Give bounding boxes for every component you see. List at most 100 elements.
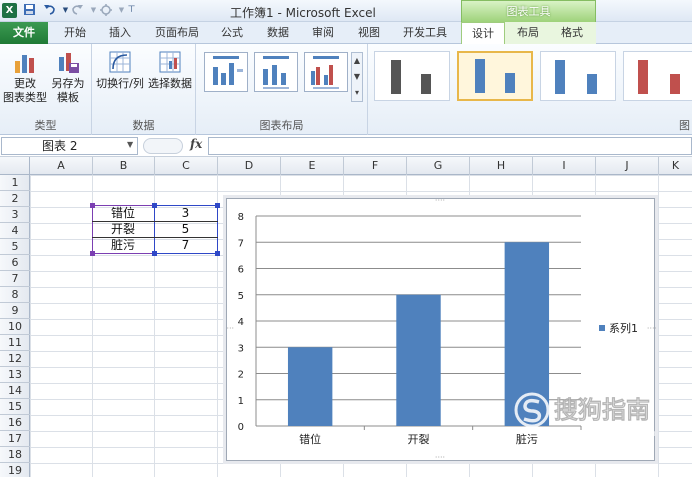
table-cell-value[interactable]: 5 bbox=[154, 221, 217, 237]
column-header-i[interactable]: I bbox=[533, 157, 596, 175]
data-group: 切换行/列 选择数据 数据 bbox=[92, 44, 196, 135]
style-1-icon bbox=[391, 60, 431, 94]
customize-dropdown-icon[interactable]: ⊤ bbox=[124, 3, 139, 18]
save-as-template-button[interactable]: 另存为 模板 bbox=[47, 49, 89, 105]
row-header-2[interactable]: 2 bbox=[0, 191, 30, 207]
name-box[interactable]: 图表 2 bbox=[1, 137, 138, 155]
column-header-h[interactable]: H bbox=[470, 157, 533, 175]
row-header-19[interactable]: 19 bbox=[0, 463, 30, 477]
row-header-4[interactable]: 4 bbox=[0, 223, 30, 239]
chart-style-4[interactable] bbox=[623, 51, 692, 101]
row-header-15[interactable]: 15 bbox=[0, 399, 30, 415]
select-data-label: 选择数据 bbox=[148, 77, 192, 90]
row-header-3[interactable]: 3 bbox=[0, 207, 30, 223]
chart-layout-1[interactable] bbox=[204, 52, 248, 92]
layout-gallery-scroll[interactable]: ▲ ▼ ▾ bbox=[351, 52, 363, 102]
column-header-g[interactable]: G bbox=[407, 157, 470, 175]
chart-style-2-selected[interactable] bbox=[457, 51, 533, 101]
chart-layout-2[interactable] bbox=[254, 52, 298, 92]
excel-app-icon[interactable]: X bbox=[2, 3, 17, 18]
ribbon: 更改 图表类型 另存为 模板 类型 切换行/列 选择数据 数据 ▲ ▼ ▾ 图表… bbox=[0, 44, 692, 135]
range-handle[interactable] bbox=[90, 251, 95, 256]
chart-layout-3[interactable] bbox=[304, 52, 348, 92]
switch-row-col-icon bbox=[109, 51, 131, 73]
column-header-k[interactable]: K bbox=[659, 157, 692, 175]
tab-data[interactable]: 数据 bbox=[258, 22, 298, 44]
range-handle[interactable] bbox=[215, 251, 220, 256]
table-cell-label[interactable]: 开裂 bbox=[92, 221, 154, 237]
column-header-c[interactable]: C bbox=[155, 157, 218, 175]
select-all-corner[interactable] bbox=[0, 157, 30, 175]
row-header-10[interactable]: 10 bbox=[0, 319, 30, 335]
row-header-16[interactable]: 16 bbox=[0, 415, 30, 431]
row-header-11[interactable]: 11 bbox=[0, 335, 30, 351]
y-tick-label: 7 bbox=[238, 238, 244, 249]
change-chart-type-button[interactable]: 更改 图表类型 bbox=[3, 49, 47, 105]
legend-swatch bbox=[599, 325, 605, 331]
range-handle[interactable] bbox=[152, 203, 157, 208]
row-header-5[interactable]: 5 bbox=[0, 239, 30, 255]
table-cell-label[interactable]: 脏污 bbox=[92, 237, 154, 253]
row-header-18[interactable]: 18 bbox=[0, 447, 30, 463]
row-header-9[interactable]: 9 bbox=[0, 303, 30, 319]
row-header-7[interactable]: 7 bbox=[0, 271, 30, 287]
row-header-17[interactable]: 17 bbox=[0, 431, 30, 447]
legend-label: 系列1 bbox=[609, 321, 638, 335]
column-header-d[interactable]: D bbox=[218, 157, 281, 175]
layout-1-icon bbox=[213, 56, 243, 85]
table-cell-value[interactable]: 3 bbox=[154, 205, 217, 221]
resize-handle: ···· bbox=[227, 324, 234, 333]
x-tick-label: 错位 bbox=[299, 432, 321, 446]
switch-row-column-button[interactable]: 切换行/列 bbox=[94, 49, 146, 91]
style-2-icon bbox=[475, 59, 515, 93]
tab-layout[interactable]: 布局 bbox=[508, 22, 548, 44]
redo-icon[interactable] bbox=[70, 3, 85, 18]
row-header-6[interactable]: 6 bbox=[0, 255, 30, 271]
range-handle[interactable] bbox=[90, 203, 95, 208]
tab-design[interactable]: 设计 bbox=[461, 22, 505, 45]
range-handle[interactable] bbox=[152, 251, 157, 256]
column-header-b[interactable]: B bbox=[93, 157, 155, 175]
name-box-dropdown-icon[interactable]: ▼ bbox=[127, 140, 133, 149]
tab-review[interactable]: 审阅 bbox=[303, 22, 343, 44]
chart-style-1[interactable] bbox=[374, 51, 450, 101]
range-handle[interactable] bbox=[215, 203, 220, 208]
ribbon-tabs: 文件 开始 插入 页面布局 公式 数据 审阅 视图 开发工具 设计 布局 格式 bbox=[0, 22, 692, 45]
undo-icon[interactable] bbox=[42, 3, 57, 18]
format-painter-icon[interactable] bbox=[98, 3, 113, 18]
tab-page-layout[interactable]: 页面布局 bbox=[148, 22, 206, 44]
row-header-8[interactable]: 8 bbox=[0, 287, 30, 303]
tab-insert[interactable]: 插入 bbox=[100, 22, 140, 44]
formula-input[interactable] bbox=[208, 137, 692, 155]
column-header-e[interactable]: E bbox=[281, 157, 344, 175]
column-header-a[interactable]: A bbox=[30, 157, 93, 175]
tab-home[interactable]: 开始 bbox=[55, 22, 95, 44]
tab-developer[interactable]: 开发工具 bbox=[396, 22, 454, 44]
select-data-button[interactable]: 选择数据 bbox=[146, 49, 194, 91]
row-header-1[interactable]: 1 bbox=[0, 175, 30, 191]
table-cell-value[interactable]: 7 bbox=[154, 237, 217, 253]
row-header-13[interactable]: 13 bbox=[0, 367, 30, 383]
column-header-j[interactable]: J bbox=[596, 157, 659, 175]
style-3-icon bbox=[555, 60, 597, 94]
change-chart-type-label: 更改 图表类型 bbox=[3, 77, 47, 104]
bar bbox=[396, 294, 441, 426]
chart-object[interactable]: 0 1 2 3 4 5 6 7 8 错位 开裂 脏污 系列1 ···· ···· ···· ···· bbox=[226, 198, 656, 462]
tab-file[interactable]: 文件 bbox=[0, 22, 48, 44]
insert-function-icon[interactable]: fx bbox=[190, 137, 202, 151]
resize-handle: ···· bbox=[435, 199, 445, 205]
x-tick-label: 开裂 bbox=[408, 433, 430, 446]
column-header-f[interactable]: F bbox=[344, 157, 407, 175]
tab-format[interactable]: 格式 bbox=[552, 22, 592, 44]
row-header-14[interactable]: 14 bbox=[0, 383, 30, 399]
tab-formulas[interactable]: 公式 bbox=[212, 22, 252, 44]
chart-style-3[interactable] bbox=[540, 51, 616, 101]
save-template-icon bbox=[59, 53, 79, 73]
chart-layouts-group-label: 图表布局 bbox=[259, 119, 304, 132]
formula-bar-splitter[interactable] bbox=[143, 138, 183, 154]
tab-view[interactable]: 视图 bbox=[349, 22, 389, 44]
row-header-12[interactable]: 12 bbox=[0, 351, 30, 367]
table-cell-label[interactable]: 错位 bbox=[92, 205, 154, 221]
save-icon[interactable] bbox=[22, 3, 37, 18]
type-group-label: 类型 bbox=[34, 119, 57, 132]
